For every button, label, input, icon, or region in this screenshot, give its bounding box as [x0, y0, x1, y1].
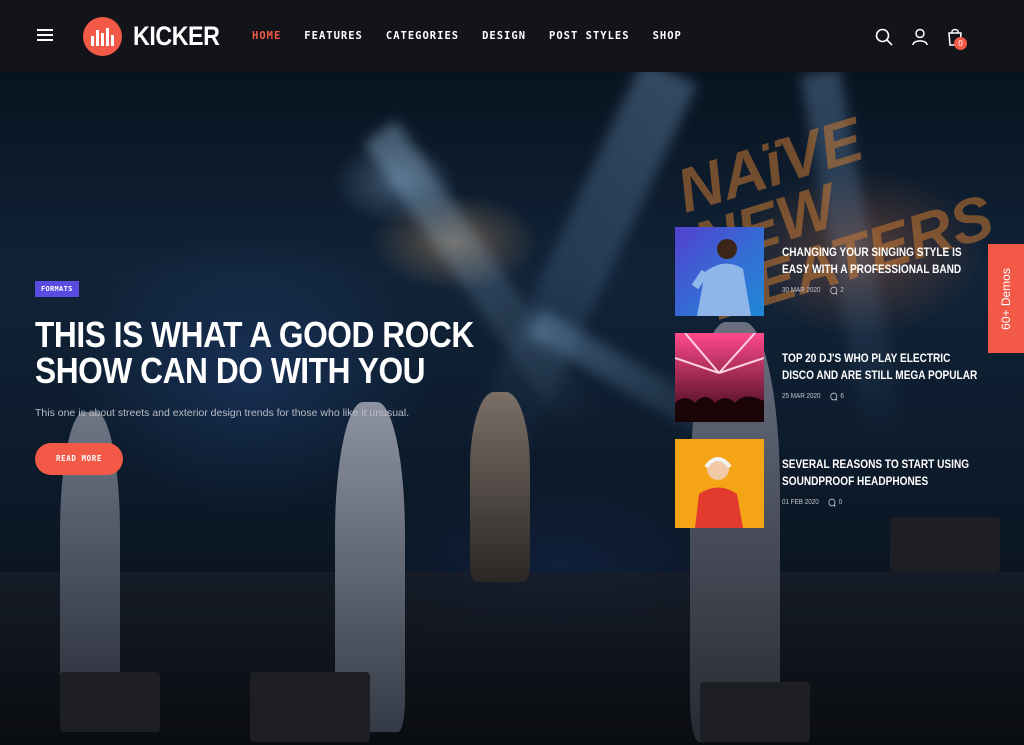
comment-icon — [828, 498, 836, 507]
nav-item-home[interactable]: HOME — [252, 30, 281, 42]
post-comments[interactable]: 0 — [828, 498, 842, 507]
nav-item-shop[interactable]: SHOP — [653, 30, 682, 42]
nav-item-design[interactable]: DESIGN — [482, 30, 526, 42]
comment-count: 0 — [838, 499, 843, 506]
site-header: KICKER HOME FEATURES CATEGORIES DESIGN P… — [0, 0, 1024, 72]
nav-item-categories[interactable]: CATEGORIES — [386, 30, 459, 42]
comment-count: 2 — [840, 287, 844, 294]
side-post[interactable]: TOP 20 DJ'S WHO PLAY ELECTRIC DISCO AND … — [675, 333, 977, 422]
post-meta: 01 FEB 2020 0 — [782, 498, 842, 507]
site-logo[interactable]: KICKER — [83, 17, 234, 56]
stage-speaker — [250, 672, 370, 742]
post-title[interactable]: TOP 20 DJ'S WHO PLAY ELECTRIC DISCO AND … — [782, 350, 984, 384]
hero-title[interactable]: THIS IS WHAT A GOOD ROCK SHOW CAN DO WIT… — [35, 317, 528, 389]
hero-excerpt: This one is about streets and exterior d… — [35, 407, 410, 419]
nav-item-post-styles[interactable]: POST STYLES — [549, 30, 630, 42]
stage-speaker — [700, 682, 810, 742]
post-date: 25 MAR 2020 — [782, 393, 821, 400]
search-icon[interactable] — [874, 27, 894, 47]
post-date: 01 FEB 2020 — [782, 499, 819, 506]
post-thumbnail[interactable] — [675, 333, 764, 422]
side-post[interactable]: CHANGING YOUR SINGING STYLE IS EASY WITH… — [675, 227, 975, 316]
post-title[interactable]: CHANGING YOUR SINGING STYLE IS EASY WITH… — [782, 244, 984, 278]
post-thumbnail[interactable] — [675, 439, 764, 528]
stage-speaker — [60, 672, 160, 732]
comment-count: 6 — [840, 393, 844, 400]
read-more-button[interactable]: READ MORE — [35, 443, 123, 475]
post-comments[interactable]: 2 — [830, 286, 844, 295]
post-title[interactable]: SEVERAL REASONS TO START USING SOUNDPROO… — [782, 456, 984, 490]
side-post[interactable]: SEVERAL REASONS TO START USING SOUNDPROO… — [675, 439, 975, 528]
post-thumbnail[interactable] — [675, 227, 764, 316]
demos-button[interactable]: 60+ Demos — [988, 244, 1024, 353]
nav-item-features[interactable]: FEATURES — [304, 30, 363, 42]
performer-figure — [470, 392, 530, 582]
logo-text: KICKER — [133, 21, 220, 51]
post-meta: 30 MAR 2020 2 — [782, 286, 844, 295]
post-meta: 25 MAR 2020 6 — [782, 392, 844, 401]
comment-icon — [830, 392, 838, 401]
comment-icon — [830, 286, 838, 295]
demos-label: 60+ Demos — [999, 267, 1013, 330]
cart-count-badge: 0 — [954, 37, 967, 50]
logo-badge-icon — [83, 17, 122, 56]
user-icon[interactable] — [910, 27, 930, 47]
category-tag[interactable]: FORMATS — [35, 281, 79, 297]
menu-icon[interactable] — [37, 29, 53, 43]
main-nav: HOME FEATURES CATEGORIES DESIGN POST STY… — [252, 30, 705, 42]
hero-section: NAïVE NEW BEATERS FORMATS THIS IS WHAT A… — [0, 72, 1024, 745]
post-date: 30 MAR 2020 — [782, 287, 821, 294]
post-comments[interactable]: 6 — [830, 392, 844, 401]
